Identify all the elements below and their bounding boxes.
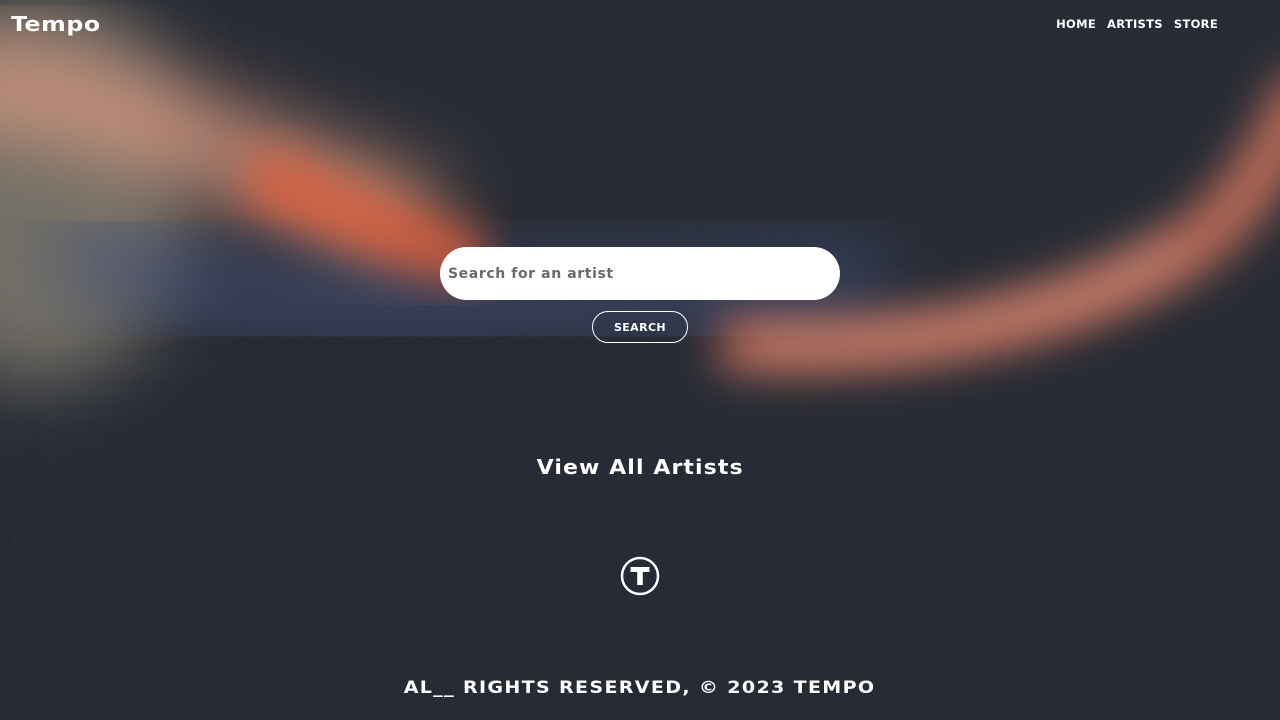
footer-copyright: AL__ RIGHTS RESERVED, © 2023 TEMPO <box>404 678 876 698</box>
view-all-artists-link[interactable]: View All Artists <box>536 455 743 479</box>
nav-artists-link[interactable]: ARTISTS <box>1107 17 1163 31</box>
footer: AL__ RIGHTS RESERVED, © 2023 TEMPO <box>0 678 1280 698</box>
search-button[interactable]: SEARCH <box>592 311 688 343</box>
background-gradient <box>0 0 1280 720</box>
site-logo[interactable]: Tempo <box>11 12 101 36</box>
search-input[interactable] <box>440 247 840 300</box>
nav-home-link[interactable]: HOME <box>1056 17 1096 31</box>
main-nav: HOME ARTISTS STORE <box>1056 17 1218 31</box>
view-all-section: View All Artists <box>0 455 1280 479</box>
tempo-t-logo-icon <box>620 556 660 596</box>
nav-store-link[interactable]: STORE <box>1174 17 1218 31</box>
search-bar <box>440 247 840 300</box>
